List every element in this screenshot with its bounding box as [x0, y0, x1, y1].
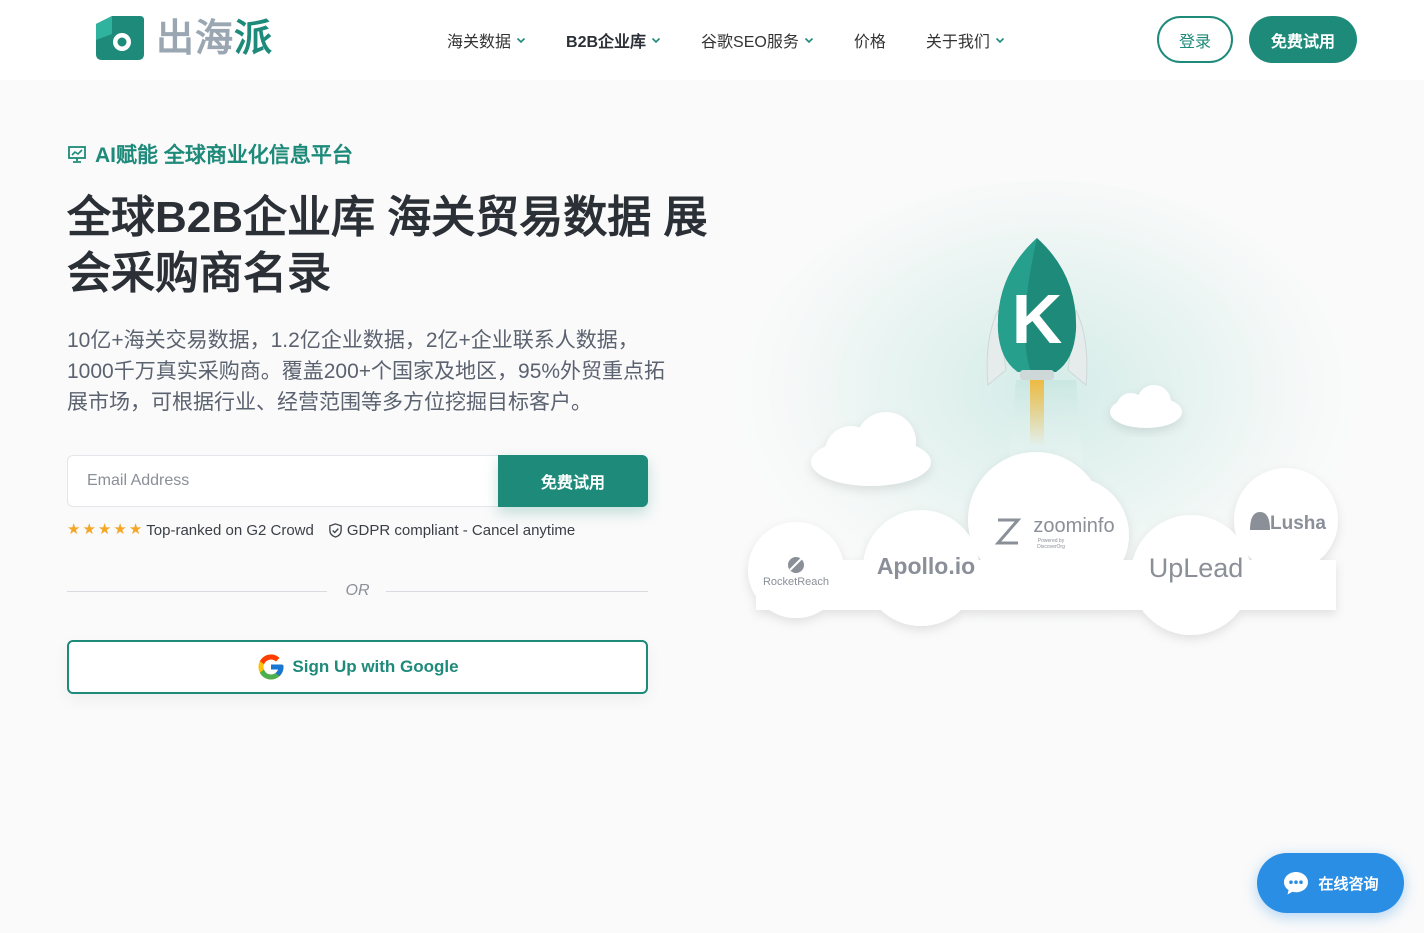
nav-item-label: 谷歌SEO服务 [701, 34, 799, 51]
gdpr-text: GDPR compliant - Cancel anytime [346, 521, 576, 539]
email-field[interactable] [67, 455, 498, 507]
online-chat-button[interactable]: 在线咨询 [1257, 853, 1404, 913]
svg-text:zoominfo: zoominfo [1033, 515, 1114, 537]
chevron-down-icon [651, 37, 661, 44]
tagline-text: AI赋能 全球商业化信息平台 [95, 144, 353, 167]
presentation-chart-icon [68, 146, 86, 163]
chat-label: 在线咨询 [1318, 875, 1379, 893]
nav-item-seo[interactable]: 谷歌SEO服务 [701, 28, 814, 52]
rating-stars: ★ ★ ★ ★ ★ [67, 521, 142, 539]
logo-uplead: UpLead [1149, 553, 1244, 583]
svg-text:Apollo.io: Apollo.io [877, 553, 975, 579]
brand-name-accent: 派 [234, 16, 274, 60]
google-signup-button[interactable]: Sign Up with Google [67, 640, 648, 694]
trust-badges: ★ ★ ★ ★ ★ Top-ranked on G2 Crowd GDPR compli… [67, 521, 575, 539]
site-header: 出海派 海关数据 B2B企业库 谷歌SEO服务 价格 关于我们 登录 免费试用 [0, 0, 1424, 80]
star-icon: ★ [67, 521, 81, 538]
brand-logo[interactable]: 出海派 [92, 14, 273, 62]
chevron-down-icon [516, 37, 526, 44]
free-trial-button[interactable]: 免费试用 [1249, 16, 1357, 63]
svg-text:DiscoverOrg: DiscoverOrg [1037, 544, 1065, 550]
logo-apollo: Apollo.io [877, 553, 975, 579]
or-divider: OR [67, 580, 648, 604]
rocket-flame [1030, 376, 1044, 446]
star-icon: ★ [97, 521, 112, 538]
rocket-letter: K [1012, 280, 1063, 358]
google-signup-label: Sign Up with Google [292, 657, 459, 676]
svg-text:Lusha: Lusha [1270, 513, 1326, 534]
nav-item-label: 海关数据 [447, 34, 512, 51]
hero-title: 全球B2B企业库 海关贸易数据 展 会采购商名录 [67, 190, 717, 302]
main-nav: 海关数据 B2B企业库 谷歌SEO服务 价格 关于我们 [447, 28, 1005, 52]
divider-line-right [386, 591, 648, 592]
nav-item-customs-data[interactable]: 海关数据 [447, 28, 526, 52]
nav-item-b2b[interactable]: B2B企业库 [566, 28, 661, 52]
hero-description: 10亿+海关交易数据，1.2亿企业数据，2亿+企业联系人数据，1000千万真实采… [67, 329, 666, 414]
g2-rank-text: Top-ranked on G2 Crowd [146, 521, 314, 539]
nav-item-label: B2B企业库 [566, 34, 647, 51]
nav-item-about[interactable]: 关于我们 [926, 28, 1005, 52]
brand-name: 出海派 [156, 14, 273, 62]
svg-text:RocketReach: RocketReach [763, 576, 829, 588]
signup-form: 免费试用 [67, 455, 648, 507]
hero-tagline: AI赋能 全球商业化信息平台 [67, 139, 353, 169]
google-icon [258, 654, 284, 680]
star-icon: ★ [82, 521, 96, 538]
nav-item-label: 价格 [853, 34, 886, 51]
star-icon: ★ [113, 521, 127, 538]
hero-title-line2: 会采购商名录 [67, 249, 331, 298]
chevron-down-icon [995, 37, 1004, 44]
rocket-illustration: K RocketReach Apollo.io zoominfo Powered… [736, 180, 1356, 640]
svg-text:UpLead: UpLead [1149, 553, 1244, 583]
hero-title-line1: 全球B2B企业库 海关贸易数据 展 [67, 193, 708, 242]
nav-item-pricing[interactable]: 价格 [854, 28, 886, 52]
shield-check-icon [329, 522, 342, 538]
nav-item-label: 关于我们 [925, 34, 990, 51]
chevron-down-icon [804, 37, 813, 44]
logo-icon [96, 16, 144, 60]
star-icon: ★ [128, 521, 143, 538]
form-free-trial-button[interactable]: 免费试用 [498, 455, 648, 507]
brand-name-prefix: 出海 [156, 16, 235, 60]
login-button[interactable]: 登录 [1157, 16, 1233, 63]
chat-bubble-icon [1284, 872, 1309, 895]
